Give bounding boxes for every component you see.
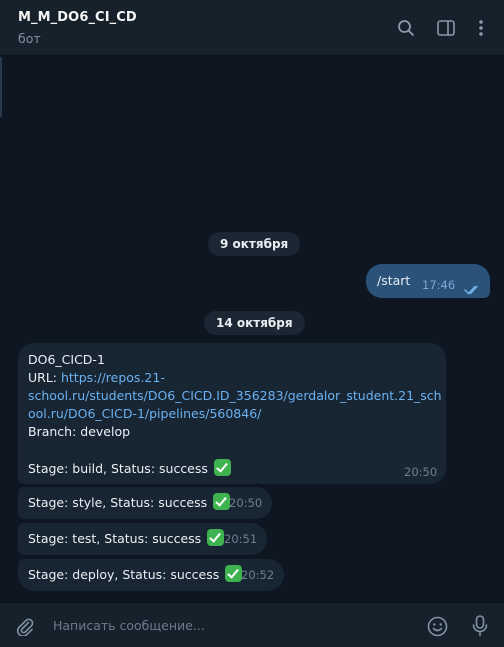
message-text: /start <box>377 273 411 288</box>
pipeline-link[interactable]: ool.ru/DO6_CICD-1/pipelines/560846/ <box>28 406 261 421</box>
message-time: 20:50 <box>404 465 438 479</box>
branch-text: Branch: develop <box>28 424 131 439</box>
date-separator: 9 октября <box>208 232 301 256</box>
message-feed[interactable]: 9 октября /start 17:46 14 октября DO6_CI… <box>0 57 504 602</box>
incoming-message[interactable]: DO6_CICD-1 URL: https://repos.21- school… <box>18 343 446 484</box>
microphone-icon[interactable] <box>467 613 493 639</box>
chat-subtitle: бот <box>18 31 41 46</box>
outgoing-message[interactable]: /start 17:46 <box>366 264 490 298</box>
chat-title[interactable]: M_M_DO6_CI_CD <box>18 10 137 25</box>
pipeline-link[interactable]: https://repos.21- <box>61 370 165 385</box>
checkmark-emoji-icon <box>207 529 225 546</box>
stage-text: Stage: test, Status: success <box>28 531 202 546</box>
stage-text: Stage: deploy, Status: success <box>28 567 220 582</box>
incoming-message[interactable]: Stage: deploy, Status: success 20:52 <box>18 559 284 591</box>
checkmark-emoji-icon <box>213 459 231 476</box>
pipeline-name: DO6_CICD-1 <box>28 352 105 367</box>
message-composer: Написать сообщение... <box>0 602 504 647</box>
message-time: 17:46 <box>422 278 456 292</box>
more-vertical-icon[interactable] <box>467 14 495 42</box>
checkmark-emoji-icon <box>213 493 231 510</box>
attach-icon[interactable] <box>12 613 38 639</box>
message-time: 20:50 <box>229 496 263 510</box>
chat-header: M_M_DO6_CI_CD бот <box>0 0 504 56</box>
incoming-message[interactable]: Stage: style, Status: success 20:50 <box>18 487 272 519</box>
message-time: 20:52 <box>241 568 275 582</box>
pipeline-link[interactable]: school.ru/students/DO6_CICD.ID_356283/ge… <box>28 388 442 403</box>
emoji-icon[interactable] <box>424 613 450 639</box>
stage-text: Stage: build, Status: success <box>28 461 208 476</box>
message-input[interactable]: Написать сообщение... <box>53 618 205 633</box>
incoming-message[interactable]: Stage: test, Status: success 20:51 <box>18 523 267 555</box>
scroll-indicator <box>0 57 2 117</box>
sidebar-toggle-icon[interactable] <box>432 14 460 42</box>
search-icon[interactable] <box>392 14 420 42</box>
date-separator: 14 октября <box>204 311 305 335</box>
stage-text: Stage: style, Status: success <box>28 495 208 510</box>
checkmark-emoji-icon <box>225 565 243 582</box>
message-time: 20:51 <box>224 532 258 546</box>
double-check-icon <box>464 280 482 299</box>
url-label: URL: <box>28 370 61 385</box>
